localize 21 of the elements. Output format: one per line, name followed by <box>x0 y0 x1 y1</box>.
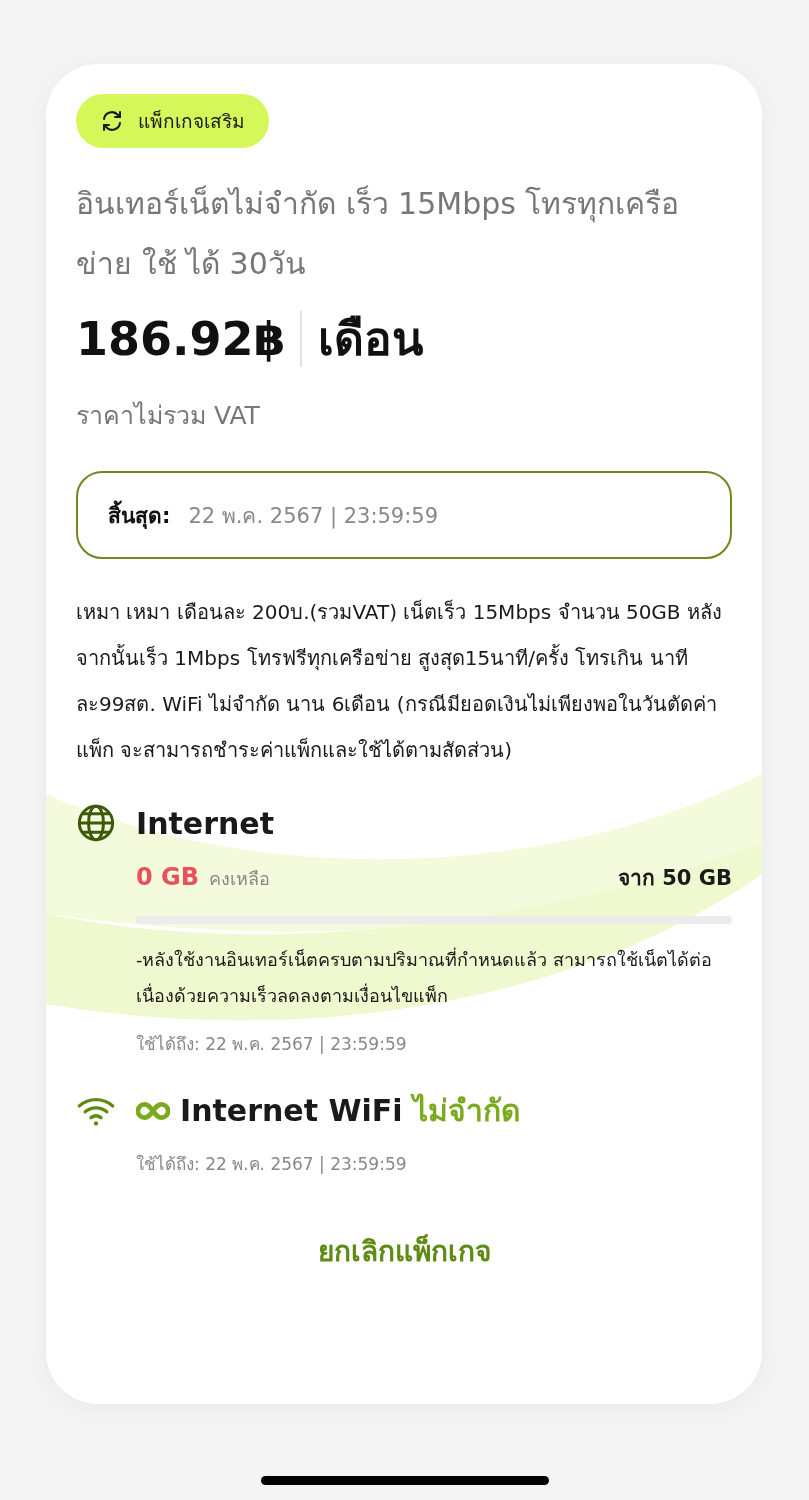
valid-until: ใช้ได้ถึง: 22 พ.ค. 2567 | 23:59:59 <box>136 1153 408 1176</box>
cancel-package-button[interactable]: ยกเลิกแพ็กเกจ <box>301 1221 507 1281</box>
refresh-icon <box>100 109 124 133</box>
package-description: เหมา เหมา เดือนละ 200บ.(รวมVAT) เน็ตเร็ว 15Mbps จำนวน 50GB หลังจากนั้นเร็ว 1Mbps โทรฟรีทุกเครือข่าย สูงสุด15นาที/ครั้ง โทรเกิน นาทีละ99สต. WiFi ไม่จำกัด นาน 6เดือน (กรณีมียอดเงินไม่เพียงพอในวันตัดค่าแพ็ก จะสามารถชำระค่าแพ็กและใช้ได้ตามสัดส่วน) <box>76 598 723 764</box>
expiry-label: สิ้นสุด: <box>108 498 171 532</box>
valid-until: ใช้ได้ถึง: 22 พ.ค. 2567 | 23:59:59 <box>136 1033 408 1056</box>
package-title: อินเทอร์เน็ตไม่จำกัด เร็ว 15Mbps โทรทุกเครือข่าย ใช้ ได้ 30วัน <box>76 184 681 283</box>
remaining-amount: 0 GB <box>136 863 200 891</box>
remaining-label: คงเหลือ <box>209 867 271 891</box>
price-period: เดือน <box>316 311 423 368</box>
quota-title: Internet WiFi <box>180 1093 403 1128</box>
quota-title: Internet <box>136 805 275 841</box>
price-note: ราคาไม่รวม VAT <box>76 400 261 432</box>
badge-label: แพ็กเกจเสริม <box>138 109 245 134</box>
globe-icon <box>76 803 116 843</box>
quota-note: -หลังใช้งานอินเทอร์เน็ตครบตามปริมาณที่กำหนดแล้ว สามารถใช้เน็ตได้ต่อเนื่องด้วยความเร็วลดลงตามเงื่อนไขแพ็ก <box>136 946 714 1008</box>
expiry-date: 22 พ.ค. 2567 | 23:59:59 <box>188 502 438 531</box>
total-amount: จาก 50 GB <box>617 865 732 892</box>
unlimited-label: ไม่จำกัด <box>412 1092 520 1130</box>
price: 186.92฿ <box>76 310 302 367</box>
infinity-icon <box>136 1100 170 1121</box>
